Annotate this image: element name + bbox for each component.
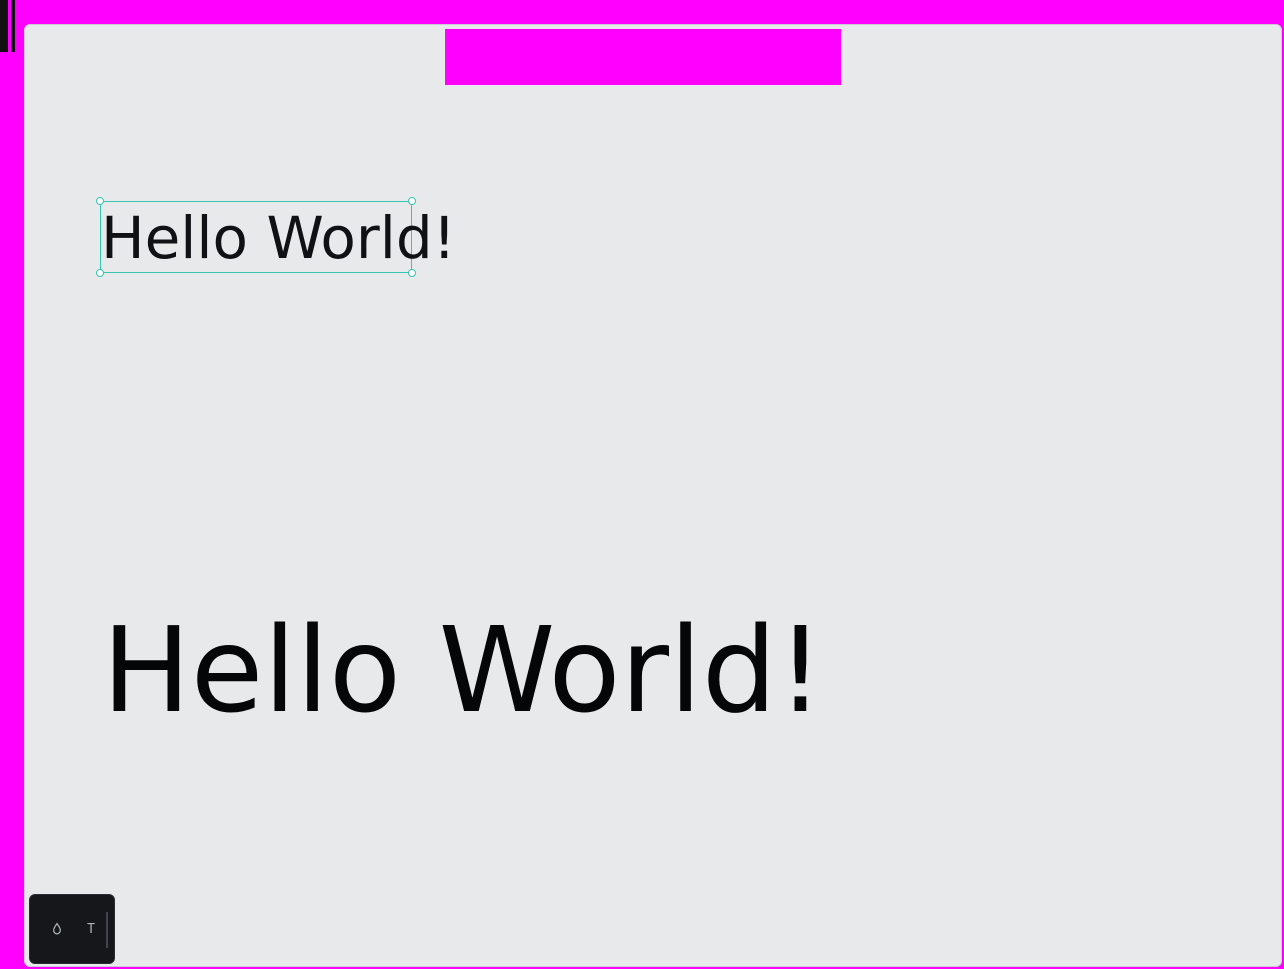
- app-root: Hello World! Hello World! T: [0, 0, 1284, 969]
- top-strip: [445, 29, 841, 85]
- bottom-toolbar: T: [29, 894, 115, 964]
- resize-handle-bottom-right[interactable]: [408, 269, 416, 277]
- text-icon: T: [87, 921, 95, 937]
- toolbar-divider: [106, 912, 108, 948]
- droplet-icon[interactable]: [48, 920, 66, 938]
- resize-handle-bottom-left[interactable]: [96, 269, 104, 277]
- selected-text-content[interactable]: Hello World!: [101, 204, 456, 272]
- resize-handle-top-left[interactable]: [96, 197, 104, 205]
- left-edge-marker: [0, 0, 15, 52]
- resize-handle-top-right[interactable]: [408, 197, 416, 205]
- editor-canvas[interactable]: Hello World! Hello World! T: [24, 24, 1282, 967]
- text-tool-button[interactable]: T: [82, 920, 100, 938]
- large-text-box[interactable]: Hello World!: [102, 605, 824, 735]
- selected-text-box[interactable]: Hello World!: [96, 197, 456, 277]
